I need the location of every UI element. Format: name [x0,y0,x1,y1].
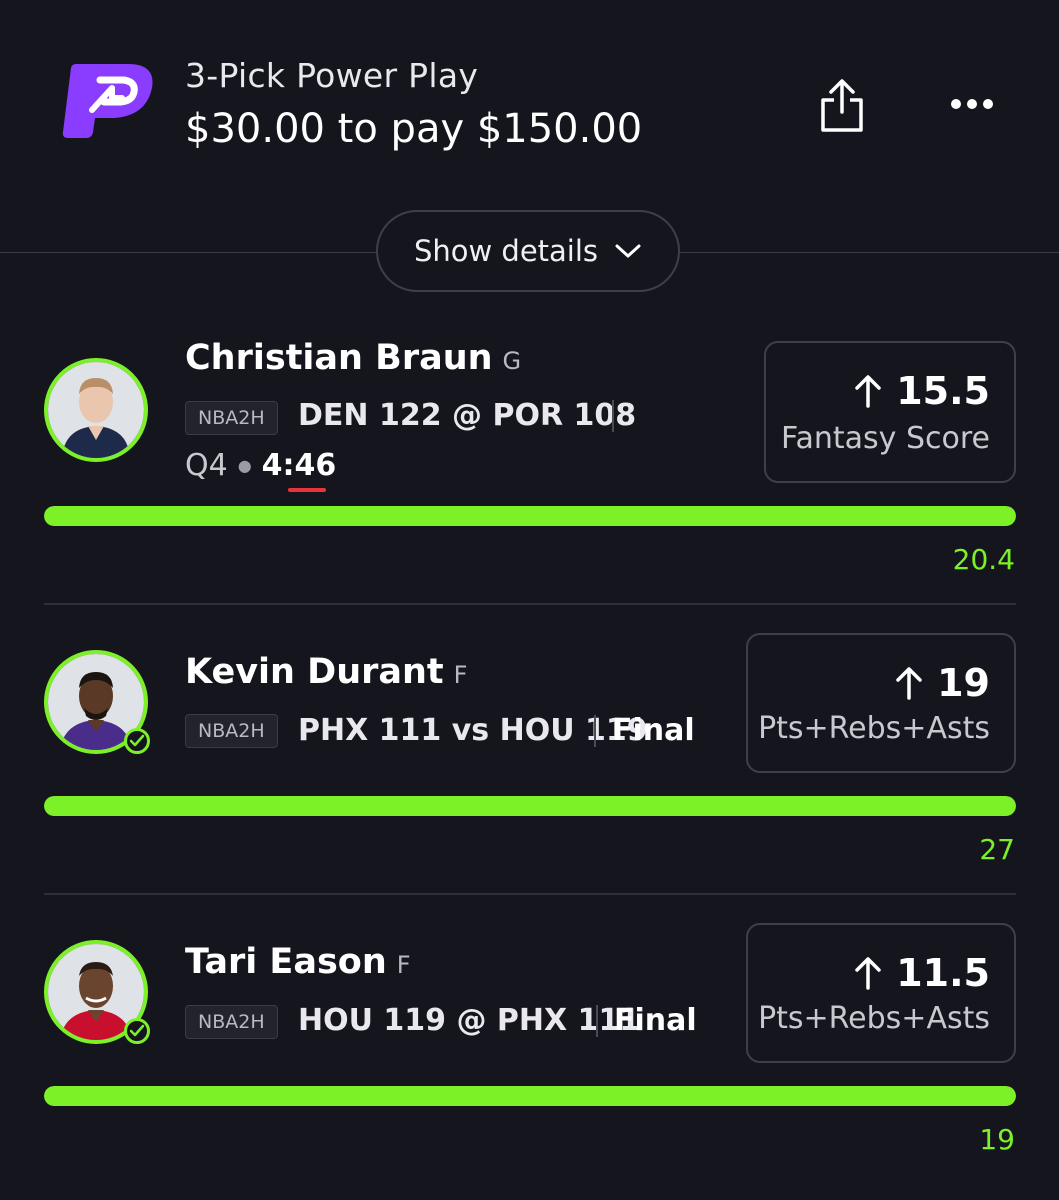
game-period: Q4 [185,448,228,483]
projection-line: 15.5 [854,369,990,413]
more-icon[interactable] [948,96,996,112]
check-icon [124,728,150,754]
progress-bar [44,506,1016,526]
separator [594,715,596,747]
arrow-up-icon [855,375,881,408]
league-badge: NBA2H [185,1005,278,1039]
arrow-up-icon [855,957,881,990]
player-avatar[interactable] [44,358,148,462]
progress-track [44,1086,1016,1106]
league-badge: NBA2H [185,714,278,748]
separator [596,1005,598,1037]
prizepicks-logo [62,58,154,140]
live-indicator [287,488,326,492]
game-matchup: DEN 122 @ POR 108 [298,398,637,433]
stat-type: Fantasy Score [781,421,990,456]
show-details-label: Show details [413,234,599,268]
game-matchup: HOU 119 @ PHX 111 [298,1003,641,1038]
player-name: Kevin Durant F [185,652,468,692]
stat-type: Pts+Rebs+Asts [758,1001,990,1036]
separator [612,400,614,432]
progress-track [44,506,1016,526]
progress-track [44,796,1016,816]
actual-value: 27 [979,833,1015,866]
arrow-up-icon [896,667,922,700]
dot-separator: ● [237,456,252,475]
league-badge: NBA2H [185,401,278,435]
entry-payout: $30.00 to pay $150.00 [185,106,643,152]
progress-bar [44,1086,1016,1106]
player-position: F [453,661,468,689]
share-icon[interactable] [818,78,866,134]
actual-value: 19 [979,1123,1015,1156]
game-clock: Q4 ● 4:46 [185,448,336,492]
game-status: Final [614,1003,697,1038]
game-time: 4:46 [262,448,336,492]
row-divider [44,893,1016,895]
chevron-down-icon [615,244,641,258]
entry-type-title: 3-Pick Power Play [185,56,479,95]
game-status: Final [612,713,695,748]
projection-card[interactable]: 15.5 Fantasy Score [764,341,1016,483]
stat-type: Pts+Rebs+Asts [758,711,990,746]
actual-value: 20.4 [952,543,1015,576]
player-name: Tari Eason F [185,942,411,982]
projection-line: 19 [895,661,990,705]
player-position: F [396,951,411,979]
check-icon [124,1018,150,1044]
player-name: Christian Braun G [185,338,522,378]
player-position: G [502,347,522,375]
progress-bar [44,796,1016,816]
show-details-button[interactable]: Show details [376,210,680,292]
projection-line: 11.5 [854,951,990,995]
projection-card[interactable]: 11.5 Pts+Rebs+Asts [746,923,1016,1063]
projection-card[interactable]: 19 Pts+Rebs+Asts [746,633,1016,773]
row-divider [44,603,1016,605]
